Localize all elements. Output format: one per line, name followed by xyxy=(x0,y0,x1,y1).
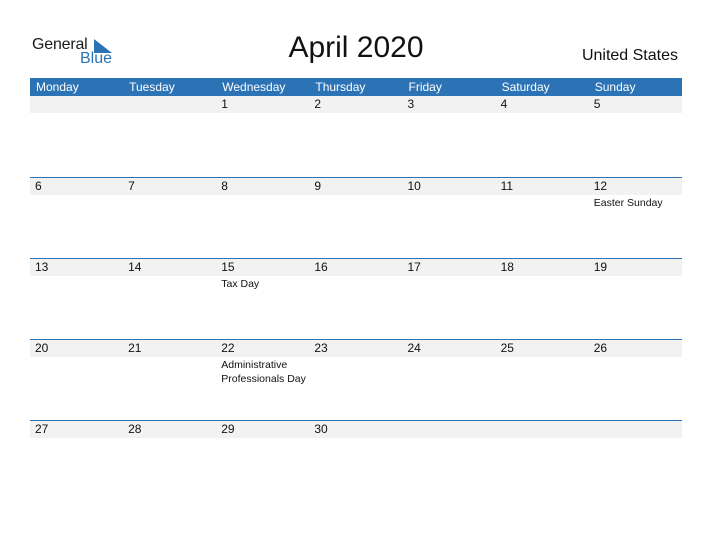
date-strip: 27 28 29 30 xyxy=(30,421,682,438)
day-number: 4 xyxy=(500,97,508,111)
holiday-label xyxy=(589,438,682,439)
date-strip: 13 14 15 16 17 18 19 xyxy=(30,259,682,276)
date-strip: 6 7 8 9 10 11 12 xyxy=(30,178,682,195)
day-number: 10 xyxy=(407,179,421,193)
holiday-label xyxy=(403,113,496,114)
holiday-label: Administrative Professionals Day xyxy=(221,359,306,385)
day-number xyxy=(123,96,216,113)
day-number: 16 xyxy=(314,260,328,274)
holiday-label xyxy=(30,276,123,291)
holiday-label xyxy=(589,276,682,291)
holiday-label xyxy=(309,357,402,386)
day-number: 1 xyxy=(221,97,228,111)
calendar-grid: Monday Tuesday Wednesday Thursday Friday… xyxy=(30,78,682,501)
holiday-label xyxy=(123,438,216,439)
country-label: United States xyxy=(581,47,678,64)
holiday-label xyxy=(216,438,309,439)
day-number: 7 xyxy=(128,179,135,193)
day-number xyxy=(30,96,123,113)
day-number: 6 xyxy=(35,179,42,193)
day-number: 15 xyxy=(221,260,235,274)
holiday-label xyxy=(30,438,123,439)
day-number: 20 xyxy=(35,341,49,355)
day-number: 5 xyxy=(593,97,601,111)
holiday-label xyxy=(123,357,216,386)
day-number: 12 xyxy=(593,179,608,193)
week-row: 27 28 29 30 xyxy=(30,420,682,501)
day-number: 19 xyxy=(593,260,608,274)
weekday-label: Saturday xyxy=(501,80,550,94)
day-number: 8 xyxy=(221,179,228,193)
day-number: 28 xyxy=(128,422,142,436)
holiday-label xyxy=(496,438,589,439)
holiday-label xyxy=(30,113,123,114)
day-number: 25 xyxy=(500,341,514,355)
holiday-label: Easter Sunday xyxy=(593,197,663,209)
day-number: 17 xyxy=(407,260,421,274)
holiday-label xyxy=(216,113,309,114)
events-row xyxy=(30,438,682,439)
day-number: 13 xyxy=(35,260,49,274)
holiday-label xyxy=(496,195,589,210)
day-number: 30 xyxy=(314,422,328,436)
holiday-label xyxy=(309,438,402,439)
events-row: Easter Sunday xyxy=(30,195,682,210)
holiday-label xyxy=(403,438,496,439)
date-strip: 1 2 3 4 5 xyxy=(30,96,682,113)
day-number xyxy=(496,421,589,438)
day-number: 3 xyxy=(407,97,415,111)
day-number: 24 xyxy=(407,341,421,355)
weekday-label: Sunday xyxy=(594,80,636,94)
holiday-label xyxy=(309,276,402,291)
holiday-label xyxy=(496,276,589,291)
events-row: Administrative Professionals Day xyxy=(30,357,682,386)
weekday-header: Monday Tuesday Wednesday Thursday Friday… xyxy=(30,78,682,96)
weekday-label: Thursday xyxy=(315,80,366,94)
day-number: 18 xyxy=(500,260,514,274)
date-strip: 20 21 22 23 24 25 26 xyxy=(30,340,682,357)
day-number: 11 xyxy=(500,179,514,193)
day-number: 21 xyxy=(128,341,142,355)
week-row: 1 2 3 4 5 xyxy=(30,96,682,177)
day-number xyxy=(403,421,496,438)
day-number: 26 xyxy=(593,341,608,355)
holiday-label xyxy=(496,113,589,114)
day-number: 22 xyxy=(221,341,235,355)
holiday-label xyxy=(589,357,682,386)
week-row: 13 14 15 16 17 18 19 Tax Day xyxy=(30,258,682,339)
week-row: 6 7 8 9 10 11 12 Easter Sunday xyxy=(30,177,682,258)
day-number: 29 xyxy=(221,422,235,436)
holiday-label xyxy=(496,357,589,386)
day-number: 23 xyxy=(314,341,328,355)
events-row: Tax Day xyxy=(30,276,682,291)
holiday-label xyxy=(403,357,496,386)
holiday-label xyxy=(123,113,216,114)
day-number: 27 xyxy=(35,422,49,436)
holiday-label xyxy=(589,113,682,114)
day-number: 2 xyxy=(314,97,322,111)
week-row: 20 21 22 23 24 25 26 Administrative Professiona… xyxy=(30,339,682,420)
day-number xyxy=(589,421,682,438)
weekday-label: Friday xyxy=(408,80,442,94)
holiday-label xyxy=(403,276,496,291)
events-row xyxy=(30,113,682,114)
weekday-label: Tuesday xyxy=(129,80,175,94)
holiday-label xyxy=(403,195,496,210)
holiday-label xyxy=(309,113,402,114)
weekday-label: Wednesday xyxy=(222,80,286,94)
day-number: 9 xyxy=(314,179,322,193)
holiday-label xyxy=(30,357,123,386)
weeks-container: 1 2 3 4 5 6 7 8 9 10 11 12 Easter Sunday 13 14 15 16 17 18… xyxy=(30,96,682,501)
holiday-label xyxy=(123,195,216,210)
day-number: 14 xyxy=(128,260,142,274)
weekday-label: Monday xyxy=(36,80,79,94)
holiday-label xyxy=(30,195,123,210)
holiday-label: Tax Day xyxy=(221,278,260,290)
holiday-label xyxy=(123,276,216,291)
holiday-label xyxy=(216,195,309,210)
holiday-label xyxy=(309,195,402,210)
